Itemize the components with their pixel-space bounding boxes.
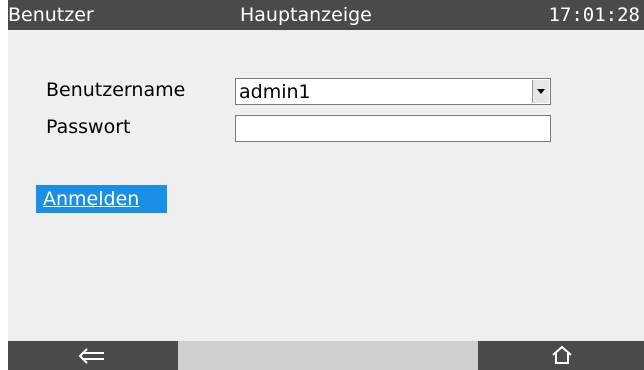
dropdown-button[interactable] — [532, 80, 549, 103]
main-display-title: Hauptanzeige — [240, 4, 372, 26]
username-label: Benutzername — [46, 79, 186, 101]
user-section-title: Benutzer — [8, 4, 94, 26]
username-value: admin1 — [239, 81, 311, 103]
back-arrow-icon — [78, 348, 104, 364]
hmi-screen: Benutzer Hauptanzeige 17:01:28 Benutzern… — [8, 0, 644, 370]
home-button[interactable] — [478, 341, 644, 370]
footer-spacer — [178, 341, 478, 370]
password-label: Passwort — [46, 116, 131, 138]
back-button[interactable] — [8, 341, 178, 370]
header-bar: Benutzer Hauptanzeige 17:01:28 — [8, 0, 644, 30]
login-button[interactable]: Anmelden — [36, 185, 167, 213]
chevron-down-icon — [537, 89, 545, 94]
clock: 17:01:28 — [548, 4, 640, 26]
home-icon — [552, 345, 572, 364]
username-select[interactable]: admin1 — [235, 78, 551, 105]
password-field[interactable] — [235, 115, 551, 142]
